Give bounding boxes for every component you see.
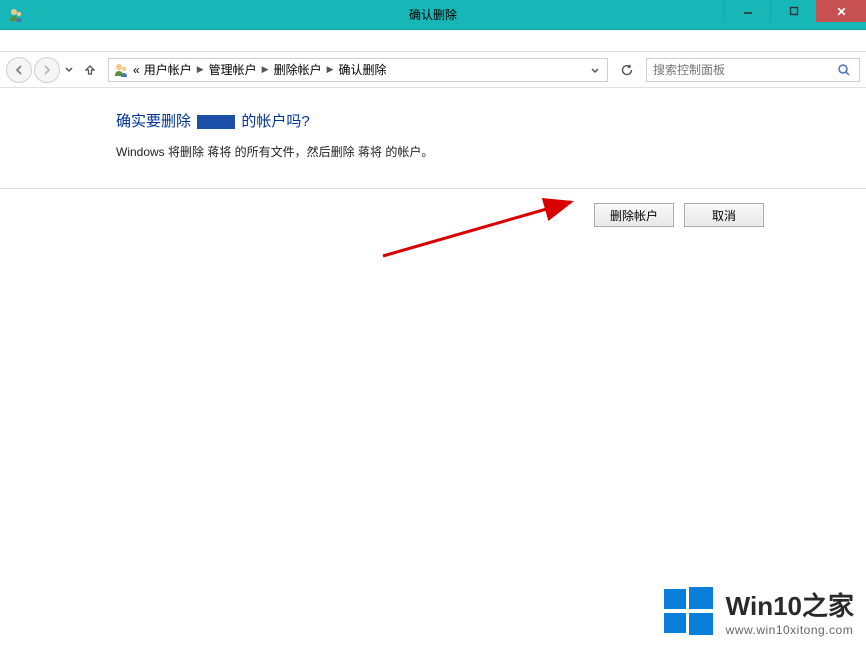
history-dropdown-button[interactable] (62, 57, 76, 83)
breadcrumb-item[interactable]: 用户帐户 (144, 61, 192, 78)
users-icon (113, 62, 129, 78)
breadcrumb-overflow[interactable]: « (131, 63, 142, 77)
chevron-right-icon: ▶ (259, 64, 272, 75)
search-input[interactable] (653, 63, 835, 77)
close-button[interactable] (816, 0, 866, 22)
watermark: Win10之家 www.win10xitong.com (660, 583, 854, 639)
search-box[interactable] (646, 58, 860, 82)
heading-prefix: 确实要删除 (116, 113, 191, 130)
up-button[interactable] (78, 57, 102, 83)
forward-button[interactable] (34, 57, 60, 83)
refresh-button[interactable] (614, 58, 640, 82)
heading-suffix: 的帐户吗? (241, 113, 309, 130)
watermark-title: Win10之家 (726, 586, 854, 623)
window-controls (724, 0, 866, 29)
breadcrumb-item[interactable]: 管理帐户 (209, 61, 257, 78)
chevron-right-icon: ▶ (194, 64, 207, 75)
chevron-right-icon: ▶ (324, 64, 337, 75)
page-description: Windows 将删除 蒋将 的所有文件，然后删除 蒋将 的帐户。 (116, 143, 766, 160)
delete-account-button[interactable]: 删除帐户 (594, 203, 674, 227)
window-title: 确认删除 (409, 6, 457, 23)
cancel-button[interactable]: 取消 (684, 203, 764, 227)
breadcrumb-item[interactable]: 删除帐户 (274, 61, 322, 78)
breadcrumb-dropdown[interactable] (587, 63, 603, 77)
minimize-button[interactable] (724, 0, 770, 22)
maximize-button[interactable] (770, 0, 816, 22)
back-button[interactable] (6, 57, 32, 83)
windows-logo-icon (660, 583, 716, 639)
watermark-url: www.win10xitong.com (726, 623, 854, 637)
main-content: 确实要删除 的帐户吗? Windows 将删除 蒋将 的所有文件，然后删除 蒋将… (0, 88, 866, 160)
redacted-username (197, 115, 235, 129)
ribbon-tab-strip (0, 30, 866, 52)
page-heading: 确实要删除 的帐户吗? (116, 110, 766, 131)
window-titlebar: 确认删除 (0, 0, 866, 30)
app-icon (8, 7, 24, 23)
breadcrumb-bar[interactable]: « 用户帐户 ▶ 管理帐户 ▶ 删除帐户 ▶ 确认删除 (108, 58, 608, 82)
breadcrumb-item[interactable]: 确认删除 (339, 61, 387, 78)
search-icon[interactable] (835, 63, 853, 77)
navigation-toolbar: « 用户帐户 ▶ 管理帐户 ▶ 删除帐户 ▶ 确认删除 (0, 52, 866, 88)
button-row: 删除帐户 取消 (0, 189, 866, 227)
